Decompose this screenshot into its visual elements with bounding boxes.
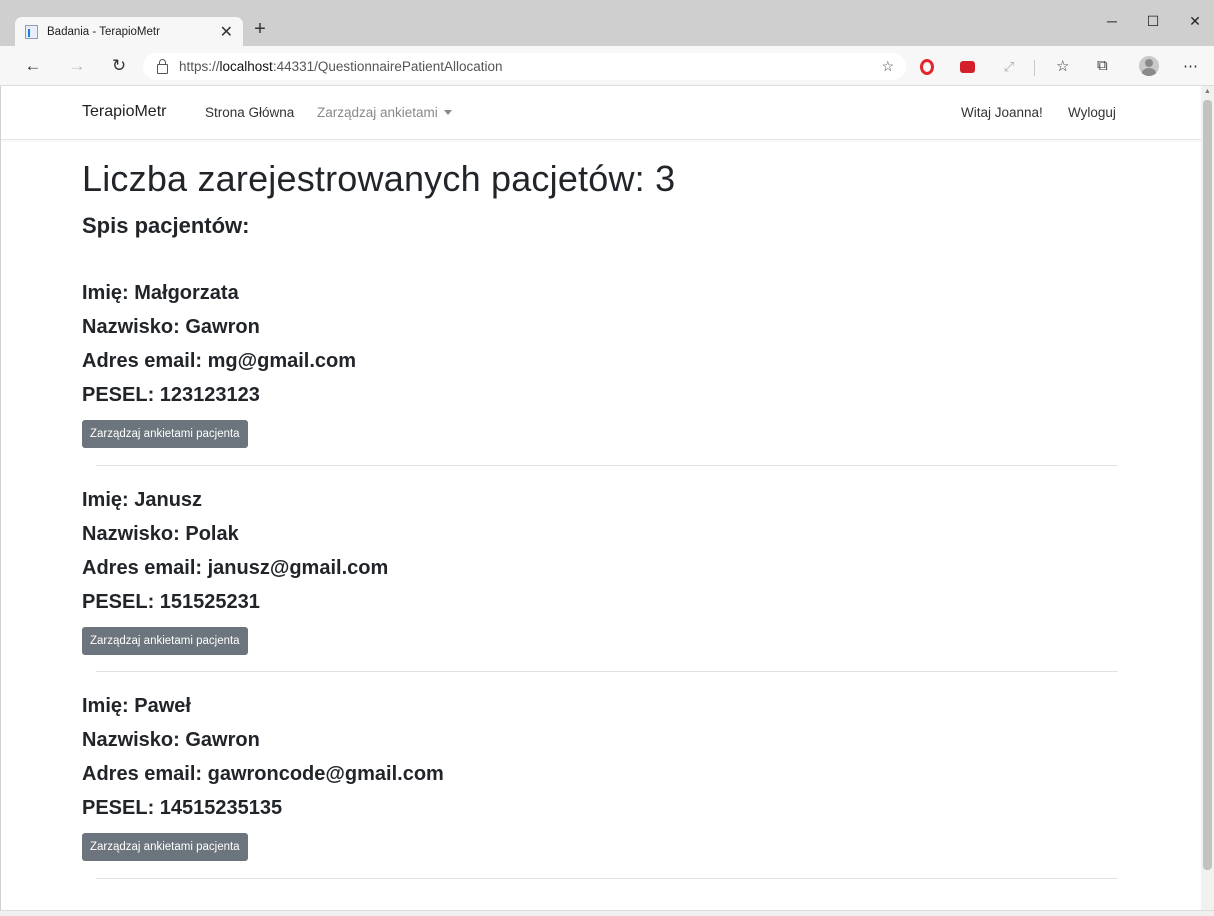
add-favorite-icon[interactable]: ☆ bbox=[881, 58, 894, 75]
back-arrow-icon[interactable]: ← bbox=[22, 55, 44, 77]
logout-link[interactable]: Wyloguj bbox=[1068, 105, 1116, 120]
maximize-window-icon[interactable]: ☐ bbox=[1136, 9, 1170, 33]
more-options-icon[interactable]: ⋯ bbox=[1183, 57, 1198, 75]
browser-tab[interactable]: Badania - TerapioMetr ✕ bbox=[15, 17, 243, 46]
scroll-up-arrow-icon[interactable]: ▲ bbox=[1203, 88, 1212, 96]
opera-extension-icon[interactable] bbox=[918, 58, 936, 76]
scrollbar-thumb[interactable] bbox=[1203, 100, 1212, 870]
patient-pesel: PESEL: 123123123 bbox=[82, 384, 260, 406]
browser-tab-strip: Badania - TerapioMetr ✕ + ─ ☐ ✕ bbox=[0, 0, 1214, 46]
toolbar-separator bbox=[1034, 60, 1035, 76]
url-prefix: https:// bbox=[179, 59, 220, 74]
patient-last-name: Nazwisko: Gawron bbox=[82, 316, 260, 338]
patient-card: Imię: Janusz Nazwisko: Polak Adres email… bbox=[82, 483, 1122, 672]
patient-email: Adres email: janusz@gmail.com bbox=[82, 557, 389, 579]
patient-divider bbox=[96, 878, 1118, 879]
manage-patient-questionnaires-button[interactable]: Zarządzaj ankietami pacjenta bbox=[82, 420, 248, 448]
patient-first-name: Imię: Janusz bbox=[82, 489, 203, 511]
url-host: localhost bbox=[219, 59, 273, 74]
patient-first-name: Imię: Małgorzata bbox=[82, 282, 239, 304]
patient-last-name: Nazwisko: Gawron bbox=[82, 729, 260, 751]
browser-toolbar: ← → ↻ https://localhost:44331/Questionna… bbox=[0, 46, 1214, 86]
patient-divider bbox=[96, 671, 1118, 672]
patient-email: Adres email: mg@gmail.com bbox=[82, 350, 357, 372]
manage-patient-questionnaires-button[interactable]: Zarządzaj ankietami pacjenta bbox=[82, 627, 248, 655]
forward-arrow-icon[interactable]: → bbox=[66, 55, 88, 77]
greeting-text: Witaj Joanna! bbox=[961, 105, 1043, 120]
patient-first-name: Imię: Paweł bbox=[82, 695, 191, 717]
page-favicon-icon bbox=[25, 24, 38, 39]
patient-divider bbox=[96, 465, 1118, 466]
patient-email: Adres email: gawroncode@gmail.com bbox=[82, 763, 444, 785]
url-path: :44331/QuestionnairePatientAllocation bbox=[272, 59, 503, 74]
window-bottom-edge bbox=[0, 910, 1214, 916]
close-window-icon[interactable]: ✕ bbox=[1178, 9, 1212, 33]
favorites-icon[interactable]: ☆ bbox=[1056, 57, 1069, 75]
app-navbar: TerapioMetr Strona Główna Zarządzaj anki… bbox=[1, 86, 1201, 140]
profile-avatar-icon[interactable] bbox=[1139, 56, 1159, 76]
browser-tab-title: Badania - TerapioMetr bbox=[47, 25, 160, 38]
nav-manage-dropdown[interactable]: Zarządzaj ankietami bbox=[317, 105, 452, 120]
collections-icon[interactable]: ⧉ bbox=[1097, 57, 1108, 74]
close-tab-icon[interactable]: ✕ bbox=[220, 22, 233, 42]
disabled-extension-icon[interactable]: ⤢ bbox=[1000, 58, 1018, 76]
page-title: Liczba zarejestrowanych pacjetów: 3 bbox=[82, 158, 676, 199]
page-viewport: TerapioMetr Strona Główna Zarządzaj anki… bbox=[0, 86, 1201, 911]
patient-pesel: PESEL: 14515235135 bbox=[82, 797, 283, 819]
patient-card: Imię: Paweł Nazwisko: Gawron Adres email… bbox=[82, 689, 1122, 879]
patient-card: Imię: Małgorzata Nazwisko: Gawron Adres … bbox=[82, 276, 1122, 466]
address-bar[interactable]: https://localhost:44331/QuestionnairePat… bbox=[143, 53, 906, 80]
nav-manage-label: Zarządzaj ankietami bbox=[317, 105, 438, 120]
manage-patient-questionnaires-button[interactable]: Zarządzaj ankietami pacjenta bbox=[82, 833, 248, 861]
nav-home-link[interactable]: Strona Główna bbox=[205, 105, 294, 120]
patient-pesel: PESEL: 151525231 bbox=[82, 591, 260, 613]
caret-down-icon bbox=[443, 109, 452, 115]
new-tab-icon[interactable]: + bbox=[250, 17, 270, 41]
brand-link[interactable]: TerapioMetr bbox=[82, 103, 166, 121]
patient-last-name: Nazwisko: Polak bbox=[82, 523, 239, 545]
reload-icon[interactable]: ↻ bbox=[108, 55, 130, 77]
minimize-window-icon[interactable]: ─ bbox=[1095, 9, 1129, 33]
red-extension-icon[interactable] bbox=[958, 58, 976, 76]
lock-icon bbox=[157, 58, 168, 74]
patient-list-title: Spis pacjentów: bbox=[82, 213, 250, 238]
